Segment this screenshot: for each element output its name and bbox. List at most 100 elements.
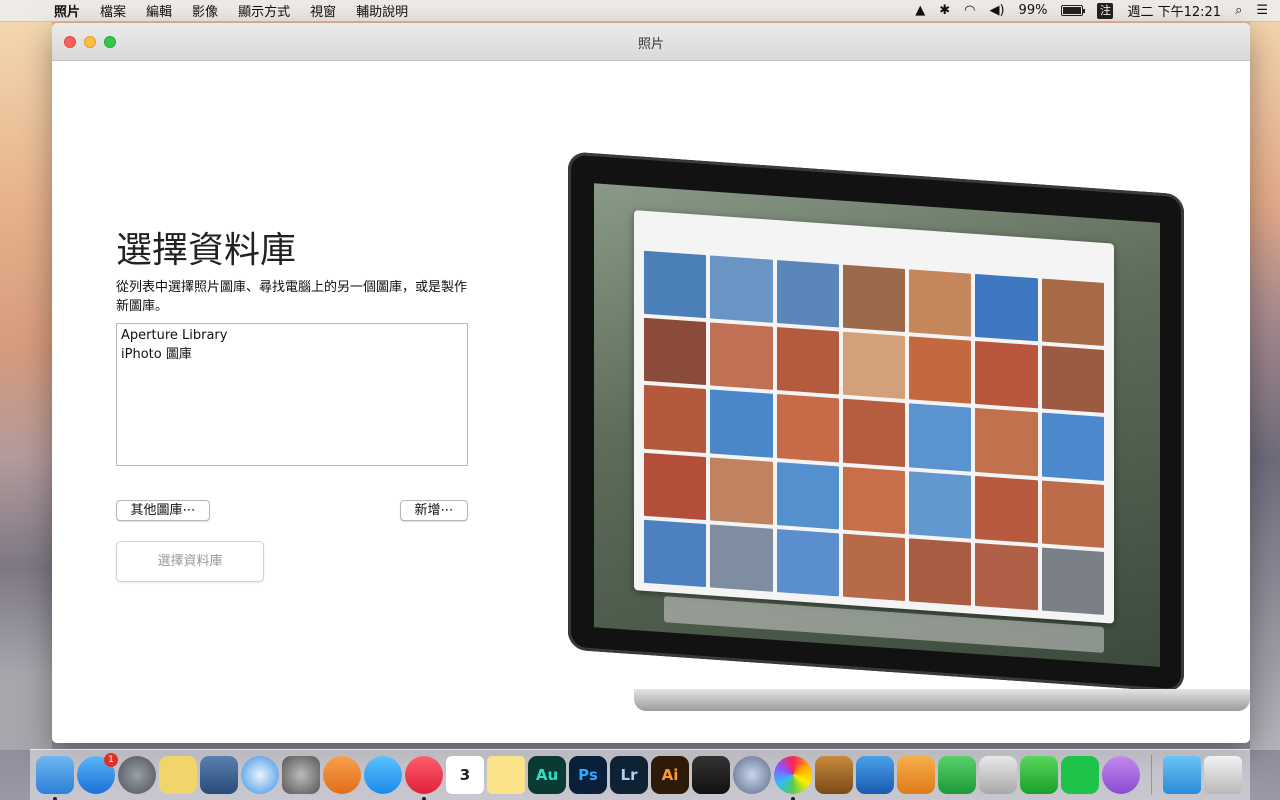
finder-icon[interactable] xyxy=(36,756,74,800)
photo-thumbnail xyxy=(710,389,773,458)
menu-bar: 照片 檔案 編輯 影像 顯示方式 視窗 輔助說明 ▲ ✱ ◠ ◀) 99% 注 … xyxy=(0,0,1280,22)
choose-library-button[interactable]: 選擇資料庫 xyxy=(116,541,264,582)
launchpad-icon[interactable] xyxy=(118,756,156,794)
downloads-folder-icon[interactable] xyxy=(1163,756,1201,794)
photo-thumbnail xyxy=(776,394,839,462)
photo-thumbnail xyxy=(1041,278,1104,347)
ibooks-icon[interactable] xyxy=(323,756,361,794)
photo-thumbnail xyxy=(710,524,773,592)
window-titlebar[interactable]: 照片 xyxy=(52,23,1250,61)
keynote-icon[interactable] xyxy=(856,756,894,794)
photo-thumbnail xyxy=(975,542,1038,611)
trash-icon[interactable] xyxy=(1204,756,1242,794)
menu-help[interactable]: 輔助說明 xyxy=(346,1,418,20)
photos-window: 照片 選擇資料庫 從列表中選擇照片圖庫、尋找電腦上的另一個圖庫，或是製作新圖庫。… xyxy=(52,23,1250,743)
menu-view[interactable]: 顯示方式 xyxy=(228,1,300,20)
library-chooser: 選擇資料庫 從列表中選擇照片圖庫、尋找電腦上的另一個圖庫，或是製作新圖庫。 Ap… xyxy=(52,61,1250,743)
photo-thumbnail xyxy=(1041,345,1104,414)
screen-photos-app xyxy=(634,210,1114,624)
photo-thumbnail xyxy=(909,538,972,606)
notes-icon[interactable] xyxy=(487,756,525,794)
volume-icon[interactable]: ◀) xyxy=(989,3,1004,18)
photo-thumbnail xyxy=(1041,480,1104,548)
spotlight-search-icon[interactable]: ⌕ xyxy=(1235,3,1242,18)
photo-thumbnail xyxy=(776,461,839,530)
stickies-icon[interactable] xyxy=(159,756,197,794)
app-store-badge: 1 xyxy=(104,753,118,767)
illustrator-icon[interactable]: Ai xyxy=(651,756,689,794)
lightroom-icon[interactable]: Lr xyxy=(610,756,648,794)
menu-app-name[interactable]: 照片 xyxy=(44,1,90,20)
motion-icon[interactable] xyxy=(733,756,771,794)
photo-thumbnail xyxy=(975,273,1038,342)
final-cut-icon[interactable] xyxy=(692,756,730,794)
app-store-icon[interactable]: 1 xyxy=(77,753,118,794)
facetime-icon[interactable] xyxy=(1020,756,1058,794)
bluetooth-icon[interactable]: ✱ xyxy=(939,3,950,18)
photo-thumbnail xyxy=(975,341,1038,409)
podcast-icon[interactable] xyxy=(1102,756,1140,794)
photo-thumbnail xyxy=(644,519,707,588)
wifi-icon[interactable]: ◠ xyxy=(964,3,975,18)
safari-icon[interactable] xyxy=(241,756,279,794)
new-library-button[interactable]: 新增⋯ xyxy=(400,500,468,521)
list-item[interactable]: Aperture Library xyxy=(120,326,464,345)
page-title: 選擇資料庫 xyxy=(116,230,297,271)
laptop-bezel xyxy=(568,151,1184,693)
pages-icon[interactable] xyxy=(897,756,935,794)
dock-separator xyxy=(1151,755,1152,795)
photos-icon[interactable] xyxy=(774,756,812,800)
photo-thumbnail xyxy=(909,269,972,337)
photo-thumbnail xyxy=(776,528,839,597)
notification-center-icon[interactable]: ☰ xyxy=(1256,3,1268,18)
photo-thumbnail xyxy=(842,264,906,333)
desktop-wallpaper-right xyxy=(1250,22,1280,750)
library-list[interactable]: Aperture Library iPhoto 圖庫 xyxy=(116,323,468,466)
photo-thumbnail xyxy=(644,317,707,386)
dock: 1 3 Au Ps Lr Ai xyxy=(30,749,1250,800)
battery-percent[interactable]: 99% xyxy=(1019,3,1048,18)
photoshop-icon[interactable]: Ps xyxy=(569,756,607,794)
photo-thumbnail xyxy=(842,466,906,534)
menubar-clock[interactable]: 週二 下午12:21 xyxy=(1127,1,1221,20)
desktop-wallpaper-left xyxy=(0,22,52,750)
photo-thumbnail xyxy=(710,322,773,391)
numbers-icon[interactable] xyxy=(938,756,976,794)
other-library-button[interactable]: 其他圖庫⋯ xyxy=(116,500,210,521)
list-item[interactable]: iPhoto 圖庫 xyxy=(120,345,464,364)
calendar-icon[interactable]: 3 xyxy=(446,756,484,794)
battery-icon[interactable] xyxy=(1061,5,1086,16)
preview-icon[interactable] xyxy=(200,756,238,794)
input-method-icon[interactable]: 注 xyxy=(1097,2,1114,19)
photo-thumbnail xyxy=(842,533,906,602)
window-title: 照片 xyxy=(637,37,664,52)
garageband-icon[interactable] xyxy=(815,756,853,794)
messages-icon[interactable] xyxy=(364,756,402,794)
photo-thumbnail xyxy=(710,457,773,525)
system-preferences-icon[interactable] xyxy=(282,756,320,794)
menu-edit[interactable]: 編輯 xyxy=(136,1,182,20)
photo-thumbnail xyxy=(909,470,972,539)
menu-window[interactable]: 視窗 xyxy=(300,1,346,20)
photo-thumbnail xyxy=(644,250,707,319)
menu-image[interactable]: 影像 xyxy=(182,1,228,20)
preview-viewer-icon[interactable] xyxy=(979,756,1017,794)
photo-thumbnail xyxy=(776,260,839,328)
itunes-icon[interactable] xyxy=(405,756,443,800)
line-icon[interactable] xyxy=(1061,756,1099,794)
laptop-base xyxy=(634,689,1250,711)
photo-thumbnail xyxy=(909,336,972,405)
google-drive-icon[interactable]: ▲ xyxy=(915,3,925,18)
macbook-illustration xyxy=(564,133,1250,733)
photo-thumbnail xyxy=(842,399,906,467)
photo-thumbnail xyxy=(1041,412,1104,481)
photo-thumbnail xyxy=(975,408,1038,476)
photo-thumbnail xyxy=(975,475,1038,544)
photo-thumbnail xyxy=(644,452,707,520)
photo-thumbnail xyxy=(1041,547,1104,615)
photo-thumbnail xyxy=(644,385,707,453)
photo-thumbnail xyxy=(842,331,906,400)
audition-icon[interactable]: Au xyxy=(528,756,566,794)
laptop-screen xyxy=(594,183,1160,667)
menu-file[interactable]: 檔案 xyxy=(90,1,136,20)
